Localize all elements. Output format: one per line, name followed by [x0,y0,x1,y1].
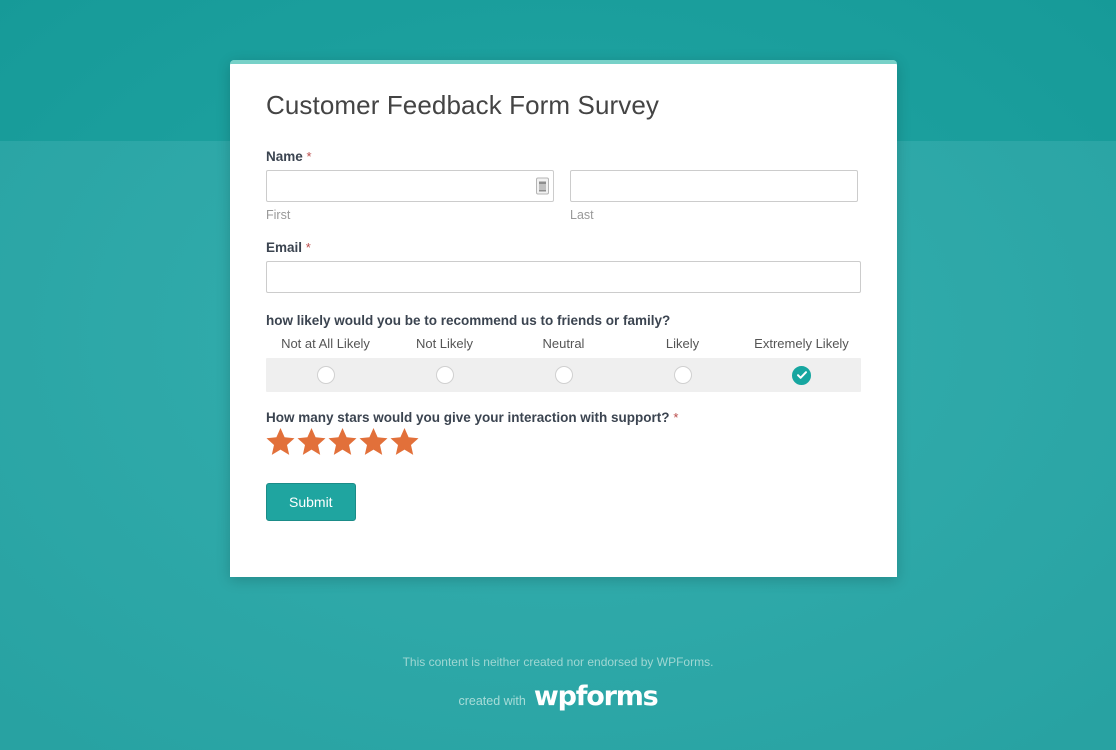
name-label: Name * [266,149,861,164]
likert-radio-3[interactable] [673,366,692,385]
footer-brand: created with wpforms [0,683,1116,710]
likert-cell-1[interactable] [385,366,504,385]
card-top-accent-bar [230,60,897,64]
star-1-filled[interactable] [265,427,296,457]
contact-card-icon[interactable] [536,177,549,195]
star-rating-question-text: How many stars would you give your inter… [266,410,670,426]
star-rating-control[interactable] [265,427,861,457]
field-email: Email * [266,240,861,294]
email-input[interactable] [266,261,861,294]
first-name-input-wrap [266,170,554,203]
field-star-rating: How many stars would you give your inter… [266,410,861,457]
star-rating-required-marker: * [673,410,679,426]
email-required-marker: * [305,240,311,256]
likert-radio-4-selected[interactable] [792,365,811,385]
email-label-text: Email [266,240,303,256]
star-4-filled[interactable] [358,427,389,457]
star-2-filled[interactable] [296,427,327,457]
last-name-sublabel: Last [570,208,594,223]
field-likert: how likely would you be to recommend us … [266,313,861,393]
likert-label-4: Extremely Likely [754,336,849,352]
wpforms-logo: wpforms [533,681,659,712]
form-content: Customer Feedback Form Survey Name * Fir… [266,90,861,522]
footer: This content is neither created nor endo… [0,655,1116,710]
likert-radio-row [266,358,861,393]
survey-form-card: Customer Feedback Form Survey Name * Fir… [230,60,897,577]
check-icon [796,371,807,379]
last-name-input[interactable] [570,170,858,203]
likert-option-labels: Not at All Likely Not Likely Neutral Lik… [266,336,861,358]
likert-cell-3[interactable] [623,366,742,385]
email-label: Email * [266,240,861,255]
likert-question: how likely would you be to recommend us … [266,313,671,329]
submit-button[interactable]: Submit [266,483,356,522]
star-rating-question: How many stars would you give your inter… [266,410,861,425]
star-5-filled[interactable] [389,427,420,457]
first-name-column: First [266,170,554,222]
likert-radio-0[interactable] [316,366,335,385]
created-with-label: created with [458,694,526,708]
name-required-marker: * [306,149,312,165]
last-name-column: Last [570,170,858,222]
page-title: Customer Feedback Form Survey [266,90,660,120]
likert-label-0: Not at All Likely [281,336,370,352]
name-label-text: Name [266,149,303,165]
likert-label-3: Likely [665,336,700,352]
name-inputs-row: First Last [266,170,861,222]
likert-cell-0[interactable] [266,366,385,385]
footer-disclaimer: This content is neither created nor endo… [402,655,714,669]
likert-radio-1[interactable] [435,366,454,385]
star-3-filled[interactable] [327,427,358,457]
likert-cell-4[interactable] [742,365,861,385]
first-name-sublabel: First [266,208,291,223]
likert-radio-2[interactable] [554,366,573,385]
first-name-input[interactable] [266,170,554,203]
likert-label-2: Neutral [542,336,585,352]
likert-scale: Not at All Likely Not Likely Neutral Lik… [266,336,861,393]
field-name: Name * First Last [266,149,861,222]
likert-label-1: Not Likely [415,336,474,352]
likert-cell-2[interactable] [504,366,623,385]
contact-card-glyph [539,181,546,192]
